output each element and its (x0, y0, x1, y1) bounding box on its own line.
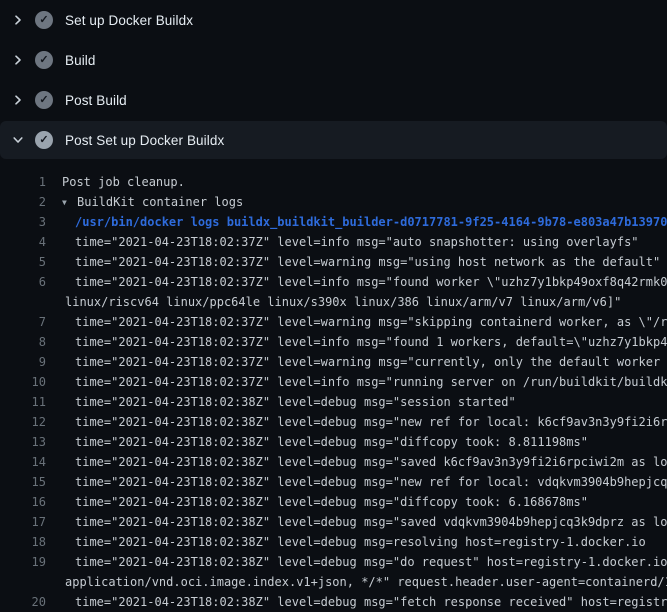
step-build[interactable]: ✓ Build (0, 40, 667, 80)
log-line-number[interactable]: 18 (0, 532, 46, 552)
log-line-text: time="2021-04-23T18:02:38Z" level=debug … (46, 432, 588, 452)
log-line: 14time="2021-04-23T18:02:38Z" level=debu… (0, 452, 667, 472)
log-line: 7time="2021-04-23T18:02:37Z" level=warni… (0, 312, 667, 332)
log-line-text: time="2021-04-23T18:02:37Z" level=info m… (46, 372, 667, 392)
log-line: 6time="2021-04-23T18:02:37Z" level=info … (0, 272, 667, 292)
log-line: 4time="2021-04-23T18:02:37Z" level=info … (0, 232, 667, 252)
chevron-down-icon (12, 134, 24, 146)
step-title: Build (65, 53, 96, 68)
log-line-number[interactable]: 6 (0, 272, 46, 292)
log-line: application/vnd.oci.image.index.v1+json,… (0, 572, 667, 592)
log-line: 9time="2021-04-23T18:02:37Z" level=warni… (0, 352, 667, 372)
log-line-number[interactable]: 12 (0, 412, 46, 432)
log-line: 13time="2021-04-23T18:02:38Z" level=debu… (0, 432, 667, 452)
check-circle-icon: ✓ (35, 51, 53, 69)
log-line-number[interactable]: 2 (0, 192, 46, 212)
log-line-text: linux/riscv64 linux/ppc64le linux/s390x … (46, 292, 621, 312)
log-line-number[interactable]: 7 (0, 312, 46, 332)
step-post-build[interactable]: ✓ Post Build (0, 80, 667, 120)
step-title: Set up Docker Buildx (65, 13, 193, 28)
chevron-right-icon (12, 94, 24, 106)
log-command-text: /usr/bin/docker logs buildx_buildkit_bui… (46, 212, 667, 232)
log-line-text: time="2021-04-23T18:02:38Z" level=debug … (46, 512, 667, 532)
log-line-number (0, 572, 46, 592)
log-line-number[interactable]: 8 (0, 332, 46, 352)
log-line-number[interactable]: 13 (0, 432, 46, 452)
log-line: 3/usr/bin/docker logs buildx_buildkit_bu… (0, 212, 667, 232)
log-line: 5time="2021-04-23T18:02:37Z" level=warni… (0, 252, 667, 272)
log-line-text: time="2021-04-23T18:02:38Z" level=debug … (46, 592, 667, 612)
group-collapse-icon[interactable]: ▼ (62, 193, 72, 212)
log-line-text: time="2021-04-23T18:02:37Z" level=warnin… (46, 252, 660, 272)
chevron-right-icon (12, 54, 24, 66)
chevron-right-icon (12, 14, 24, 26)
check-circle-icon: ✓ (35, 131, 53, 149)
log-line-number[interactable]: 20 (0, 592, 46, 612)
log-line-text: time="2021-04-23T18:02:38Z" level=debug … (46, 472, 667, 492)
step-title: Post Build (65, 93, 127, 108)
log-line-text: time="2021-04-23T18:02:38Z" level=debug … (46, 452, 667, 472)
log-line: 12time="2021-04-23T18:02:38Z" level=debu… (0, 412, 667, 432)
log-line-number (0, 292, 46, 312)
log-line-text: Post job cleanup. (46, 172, 185, 192)
log-line: linux/riscv64 linux/ppc64le linux/s390x … (0, 292, 667, 312)
log-line-number[interactable]: 14 (0, 452, 46, 472)
log-line-number[interactable]: 10 (0, 372, 46, 392)
log-line-number[interactable]: 1 (0, 172, 46, 192)
log-line: 2▼BuildKit container logs (0, 192, 667, 212)
step-post-set-up-docker-buildx[interactable]: ✓ Post Set up Docker Buildx (0, 121, 667, 159)
log-line-text: time="2021-04-23T18:02:38Z" level=debug … (46, 532, 646, 552)
log-line-number[interactable]: 17 (0, 512, 46, 532)
log-line-number[interactable]: 4 (0, 232, 46, 252)
log-line-number[interactable]: 9 (0, 352, 46, 372)
log-line-number[interactable]: 11 (0, 392, 46, 412)
log-line-text: time="2021-04-23T18:02:38Z" level=debug … (46, 392, 516, 412)
log-line-text: time="2021-04-23T18:02:38Z" level=debug … (46, 492, 588, 512)
log-line-number[interactable]: 19 (0, 552, 46, 572)
log-line-number[interactable]: 15 (0, 472, 46, 492)
log-area: 1Post job cleanup.2▼BuildKit container l… (0, 160, 667, 612)
log-line-text: time="2021-04-23T18:02:38Z" level=debug … (46, 552, 667, 572)
log-line-text: time="2021-04-23T18:02:37Z" level=info m… (46, 332, 667, 352)
log-line-text: time="2021-04-23T18:02:38Z" level=debug … (46, 412, 667, 432)
log-line-number[interactable]: 3 (0, 212, 46, 232)
log-line: 20time="2021-04-23T18:02:38Z" level=debu… (0, 592, 667, 612)
log-line: 1Post job cleanup. (0, 172, 667, 192)
log-line-number[interactable]: 5 (0, 252, 46, 272)
log-line-text: time="2021-04-23T18:02:37Z" level=warnin… (46, 312, 667, 332)
steps-list: ✓ Set up Docker Buildx ✓ Build ✓ Post Bu… (0, 0, 667, 159)
log-line: 11time="2021-04-23T18:02:38Z" level=debu… (0, 392, 667, 412)
log-line-text: time="2021-04-23T18:02:37Z" level=warnin… (46, 352, 667, 372)
step-set-up-docker-buildx[interactable]: ✓ Set up Docker Buildx (0, 0, 667, 40)
log-line-text: time="2021-04-23T18:02:37Z" level=info m… (46, 232, 639, 252)
log-line: 16time="2021-04-23T18:02:38Z" level=debu… (0, 492, 667, 512)
log-line: 10time="2021-04-23T18:02:37Z" level=info… (0, 372, 667, 392)
log-line: 18time="2021-04-23T18:02:38Z" level=debu… (0, 532, 667, 552)
check-circle-icon: ✓ (35, 91, 53, 109)
log-line-text: ▼BuildKit container logs (46, 192, 243, 212)
log-line: 19time="2021-04-23T18:02:38Z" level=debu… (0, 552, 667, 572)
log-line-number[interactable]: 16 (0, 492, 46, 512)
step-title: Post Set up Docker Buildx (65, 133, 224, 148)
log-line-text: time="2021-04-23T18:02:37Z" level=info m… (46, 272, 667, 292)
log-line: 8time="2021-04-23T18:02:37Z" level=info … (0, 332, 667, 352)
log-line-text: application/vnd.oci.image.index.v1+json,… (46, 572, 667, 592)
log-line: 17time="2021-04-23T18:02:38Z" level=debu… (0, 512, 667, 532)
check-circle-icon: ✓ (35, 11, 53, 29)
log-line: 15time="2021-04-23T18:02:38Z" level=debu… (0, 472, 667, 492)
